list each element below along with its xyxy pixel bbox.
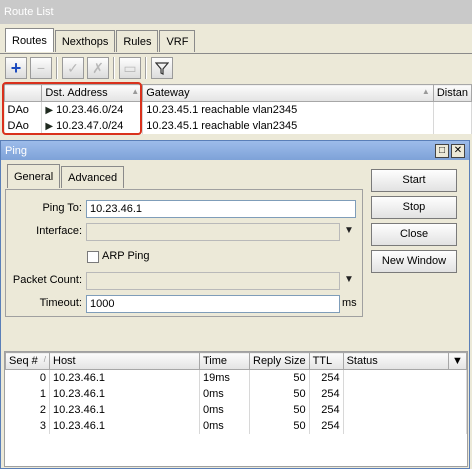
- route-list-titlebar: Route List: [0, 0, 472, 24]
- check-icon: ✓: [67, 59, 79, 76]
- new-window-button[interactable]: New Window: [371, 250, 457, 273]
- ping-results-table: Seq # / Host Time Reply Size TTL Status ▼…: [5, 352, 468, 434]
- result-size: 50: [249, 385, 310, 402]
- ping-to-label: Ping To:: [42, 202, 82, 214]
- stop-button[interactable]: Stop: [371, 196, 457, 219]
- ping-tabs: General Advanced: [7, 164, 125, 188]
- result-seq: 2: [5, 401, 50, 418]
- tab-routes[interactable]: Routes: [5, 28, 54, 52]
- result-size: 50: [249, 417, 310, 434]
- maximize-icon[interactable]: □: [435, 143, 449, 158]
- sort-asc-icon: /: [43, 355, 46, 364]
- column-status[interactable]: Status: [342, 352, 450, 370]
- packet-count-input[interactable]: [86, 272, 340, 290]
- column-seq[interactable]: Seq # /: [5, 352, 50, 370]
- result-status: [343, 369, 468, 386]
- result-ttl: 254: [309, 417, 344, 434]
- route-list-toolbar: + − ✓ ✗ ▭: [5, 57, 173, 79]
- comment-button[interactable]: ▭: [119, 57, 141, 79]
- packet-count-label: Packet Count:: [12, 274, 82, 286]
- tab-rules[interactable]: Rules: [116, 30, 159, 52]
- table-row[interactable]: 3 10.23.46.1 0ms 50 254: [5, 417, 468, 434]
- tab-nexthops[interactable]: Nexthops: [54, 30, 116, 52]
- route-gateway: 10.23.45.1 reachable vlan2345: [142, 117, 434, 134]
- table-row[interactable]: 0 10.23.46.1 19ms 50 254: [5, 369, 468, 386]
- result-status: [343, 417, 468, 434]
- results-header-row: Seq # / Host Time Reply Size TTL Status ▼: [5, 352, 467, 370]
- result-status: [343, 385, 468, 402]
- tab-divider: [0, 53, 472, 54]
- dropdown-arrow-icon[interactable]: ▼: [344, 274, 354, 285]
- annotation-highlight-box: [2, 82, 142, 135]
- result-size: 50: [249, 369, 310, 386]
- result-size: 50: [249, 401, 310, 418]
- route-gateway: 10.23.45.1 reachable vlan2345: [142, 101, 434, 118]
- minus-icon: −: [36, 60, 46, 76]
- toolbar-separator: [145, 57, 147, 79]
- close-icon[interactable]: ✕: [451, 143, 465, 158]
- timeout-unit: ms: [342, 297, 357, 309]
- column-menu-icon[interactable]: ▼: [448, 352, 467, 370]
- column-host[interactable]: Host: [49, 352, 200, 370]
- interface-select[interactable]: [86, 223, 340, 241]
- enable-button[interactable]: ✓: [62, 57, 84, 79]
- result-host: 10.23.46.1: [49, 385, 200, 402]
- cross-icon: ✗: [92, 59, 104, 76]
- tab-general[interactable]: General: [7, 164, 61, 188]
- column-distance[interactable]: Distan: [432, 84, 472, 102]
- result-host: 10.23.46.1: [49, 417, 200, 434]
- table-row[interactable]: 2 10.23.46.1 0ms 50 254: [5, 401, 468, 418]
- table-row[interactable]: 1 10.23.46.1 0ms 50 254: [5, 385, 468, 402]
- filter-icon: [155, 62, 169, 75]
- timeout-label: Timeout:: [39, 297, 82, 309]
- arp-ping-checkbox[interactable]: [87, 251, 99, 263]
- dropdown-arrow-icon[interactable]: ▼: [344, 225, 354, 236]
- start-button[interactable]: Start: [371, 169, 457, 192]
- column-reply-size[interactable]: Reply Size: [249, 352, 310, 370]
- result-seq: 0: [5, 369, 50, 386]
- toolbar-separator: [113, 57, 115, 79]
- result-host: 10.23.46.1: [49, 369, 200, 386]
- column-time[interactable]: Time: [199, 352, 250, 370]
- disable-button[interactable]: ✗: [87, 57, 109, 79]
- result-ttl: 254: [309, 401, 344, 418]
- result-seq: 3: [5, 417, 50, 434]
- column-ttl[interactable]: TTL: [308, 352, 344, 370]
- result-host: 10.23.46.1: [49, 401, 200, 418]
- result-ttl: 254: [309, 385, 344, 402]
- result-time: 0ms: [199, 385, 250, 402]
- add-button[interactable]: +: [5, 57, 27, 79]
- result-time: 19ms: [199, 369, 250, 386]
- route-list-title: Route List: [4, 6, 54, 18]
- filter-button[interactable]: [151, 57, 173, 79]
- toolbar-separator: [56, 57, 58, 79]
- ping-general-panel: Ping To: 10.23.46.1 Interface: ▼ ARP Pin…: [5, 189, 363, 317]
- sort-asc-icon: ▲: [421, 87, 430, 96]
- route-list-tabs: Routes Nexthops Rules VRF: [5, 28, 196, 52]
- comment-icon: ▭: [123, 59, 137, 76]
- result-status: [343, 401, 468, 418]
- ping-to-input[interactable]: 10.23.46.1: [86, 200, 356, 218]
- column-gateway[interactable]: Gateway ▲: [142, 84, 434, 102]
- ping-titlebar: Ping □ ✕: [1, 141, 469, 160]
- tab-vrf[interactable]: VRF: [159, 30, 196, 52]
- tab-advanced[interactable]: Advanced: [61, 166, 125, 188]
- result-time: 0ms: [199, 401, 250, 418]
- plus-icon: +: [10, 57, 22, 78]
- remove-button[interactable]: −: [30, 57, 52, 79]
- close-button[interactable]: Close: [371, 223, 457, 246]
- route-distance: [433, 101, 472, 118]
- arp-ping-label: ARP Ping: [102, 250, 150, 262]
- ping-title: Ping: [5, 144, 28, 157]
- timeout-input[interactable]: 1000: [86, 295, 340, 313]
- result-seq: 1: [5, 385, 50, 402]
- route-distance: [433, 117, 472, 134]
- ping-window: Ping □ ✕ General Advanced Ping To: 10.23…: [0, 140, 470, 469]
- result-time: 0ms: [199, 417, 250, 434]
- interface-label: Interface:: [36, 225, 82, 237]
- result-ttl: 254: [309, 369, 344, 386]
